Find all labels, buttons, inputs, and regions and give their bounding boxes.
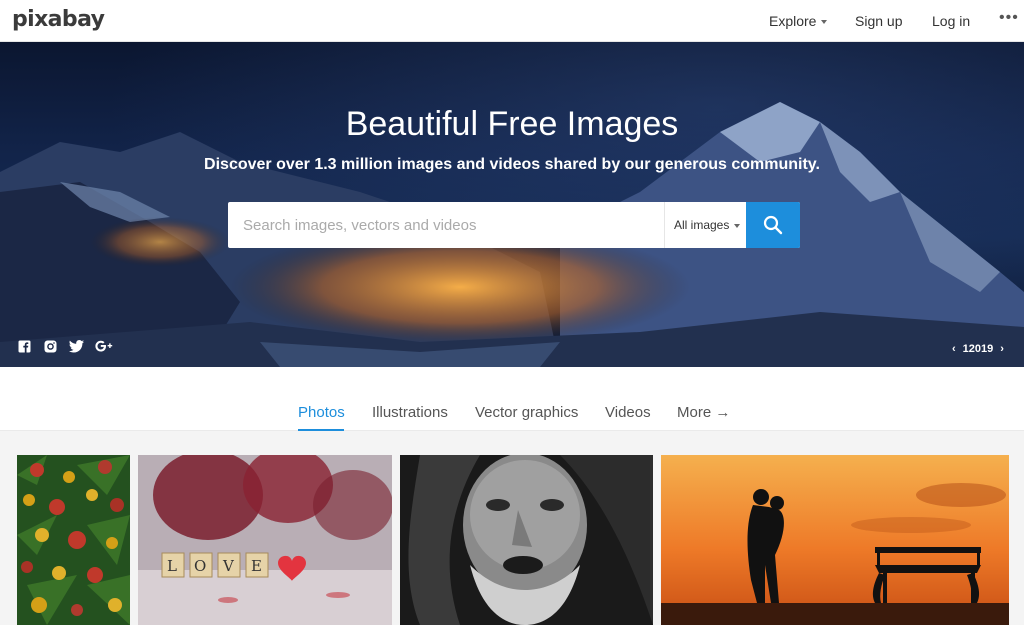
media-type-label: All images [674, 218, 730, 232]
facebook-icon[interactable] [16, 338, 32, 354]
svg-text:O: O [194, 557, 206, 575]
search-input[interactable] [228, 202, 664, 248]
explore-label: Explore [769, 13, 817, 29]
svg-text:V: V [222, 557, 235, 575]
media-type-select[interactable]: All images [664, 202, 746, 248]
top-navigation: pixabay Explore Sign up Log in ••• [0, 0, 1024, 42]
tab-photos[interactable]: Photos [298, 404, 345, 422]
hero-subtitle: Discover over 1.3 million images and vid… [204, 156, 820, 173]
tab-illustrations[interactable]: Illustrations [372, 404, 448, 422]
caret-down-icon [734, 223, 741, 228]
twitter-icon[interactable] [68, 338, 84, 354]
image-thumbnail-couple-sunset[interactable] [661, 455, 1009, 625]
google-plus-icon[interactable] [94, 338, 114, 354]
image-thumbnail-love-tiles[interactable]: LOVE [138, 455, 392, 625]
image-thumbnail-christmas-tree[interactable] [17, 455, 130, 625]
search-button[interactable] [746, 202, 800, 248]
instagram-icon[interactable] [42, 338, 58, 354]
active-tab-indicator [298, 429, 344, 431]
hero-title: Beautiful Free Images [345, 105, 679, 143]
image-thumbnail-old-man-portrait[interactable] [400, 455, 653, 625]
category-tabs: Photos Illustrations Vector graphics Vid… [0, 367, 1024, 431]
explore-menu[interactable]: Explore [769, 12, 828, 30]
image-grid: LOVE [0, 432, 1024, 625]
log-in-link[interactable]: Log in [932, 12, 970, 30]
tab-more[interactable]: More → [677, 404, 730, 422]
next-arrow-icon[interactable]: › [1000, 342, 1004, 356]
pixabay-logo[interactable]: pixabay [12, 7, 105, 33]
photo-credit-pager: ‹ 12019 › [952, 342, 1004, 356]
more-menu-icon[interactable]: ••• [999, 9, 1019, 27]
tab-videos[interactable]: Videos [605, 404, 651, 422]
sign-up-link[interactable]: Sign up [855, 12, 902, 30]
social-links [16, 338, 114, 354]
photo-credit-label[interactable]: 12019 [963, 342, 994, 356]
hero-banner: Beautiful Free Images Discover over 1.3 … [0, 42, 1024, 367]
search-icon [763, 215, 783, 235]
svg-text:L: L [167, 557, 177, 575]
tab-vector-graphics[interactable]: Vector graphics [475, 404, 578, 422]
search-bar: All images [228, 202, 800, 248]
caret-down-icon [821, 20, 828, 25]
svg-text:E: E [251, 557, 262, 575]
previous-arrow-icon[interactable]: ‹ [952, 342, 956, 356]
